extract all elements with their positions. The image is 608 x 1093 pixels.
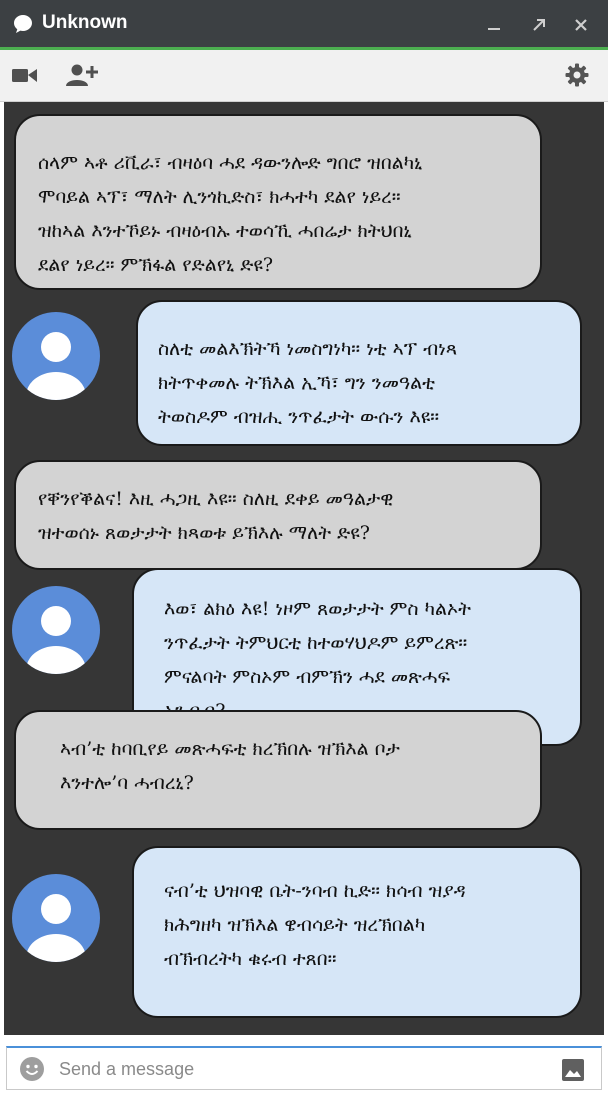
- incoming-message: ሰላም ኣቶ ሪቪራ፣ ብዛዕባ ሓደ ዳውንሎድ ግበሮ ዝበልካኒ ሞባይል…: [14, 114, 542, 290]
- message-list[interactable]: ሰላም ኣቶ ሪቪራ፣ ብዛዕባ ሓደ ዳውንሎድ ግበሮ ዝበልካኒ ሞባይል…: [4, 102, 604, 1035]
- outgoing-message: ስለቲ መልእኽትኻ ነመስግነካ። ነቲ ኣፕ ብነጻ ክትጥቀመሉ ትኽእል…: [136, 300, 582, 446]
- minimize-icon[interactable]: [483, 14, 505, 36]
- message-text: ናብ’ቲ ህዝባዊ ቤት-ንባብ ኪድ። ክሳብ ዝያዳ ክሕግዘካ ዝኽእል …: [164, 880, 466, 970]
- chat-bubble-icon: [12, 13, 34, 35]
- message-text: የቐንየቕልና! እዚ ሓጋዚ እዩ። ስለዚ ደቀይ መዓልታዊ ዝተወሰኑ …: [38, 488, 394, 544]
- image-icon[interactable]: [561, 1058, 585, 1082]
- expand-icon[interactable]: [528, 14, 550, 36]
- avatar: [12, 874, 100, 962]
- title-bar[interactable]: Unknown: [0, 0, 608, 50]
- incoming-message: የቐንየቕልና! እዚ ሓጋዚ እዩ። ስለዚ ደቀይ መዓልታዊ ዝተወሰኑ …: [14, 460, 542, 570]
- outgoing-message: ናብ’ቲ ህዝባዊ ቤት-ንባብ ኪድ። ክሳብ ዝያዳ ክሕግዘካ ዝኽእል …: [132, 846, 582, 1018]
- conversation-toolbar: [0, 50, 608, 102]
- message-text: ስለቲ መልእኽትኻ ነመስግነካ። ነቲ ኣፕ ብነጻ ክትጥቀመሉ ትኽእል…: [158, 338, 458, 428]
- close-icon[interactable]: [570, 14, 592, 36]
- message-text: እወ፣ ልክዕ እዩ! ነዞም ጸወታታት ምስ ካልኦት ንጥፈታት ትምህር…: [164, 598, 471, 722]
- avatar: [12, 312, 100, 400]
- message-text: ሰላም ኣቶ ሪቪራ፣ ብዛዕባ ሓደ ዳውንሎድ ግበሮ ዝበልካኒ ሞባይል…: [38, 152, 423, 276]
- message-composer: [6, 1046, 602, 1090]
- gear-icon[interactable]: [565, 63, 589, 91]
- chat-window: Unknown ሰላም ኣቶ ሪቪራ፣ ብዛዕባ ሓደ ዳውንሎድ ግበሮ ዝበ…: [0, 0, 608, 1093]
- emoji-icon[interactable]: [19, 1056, 45, 1082]
- message-text: ኣብ’ቲ ከባቢየይ መጽሓፍቲ ክረኽበሉ ዝኽእል ቦታ እንተሎ’ባ ሓብ…: [60, 738, 400, 794]
- incoming-message: ኣብ’ቲ ከባቢየይ መጽሓፍቲ ክረኽበሉ ዝኽእል ቦታ እንተሎ’ባ ሓብ…: [14, 710, 542, 830]
- avatar: [12, 586, 100, 674]
- video-camera-icon[interactable]: [12, 66, 38, 88]
- add-person-icon[interactable]: [66, 63, 100, 91]
- message-input[interactable]: [59, 1054, 519, 1084]
- window-title: Unknown: [42, 12, 128, 33]
